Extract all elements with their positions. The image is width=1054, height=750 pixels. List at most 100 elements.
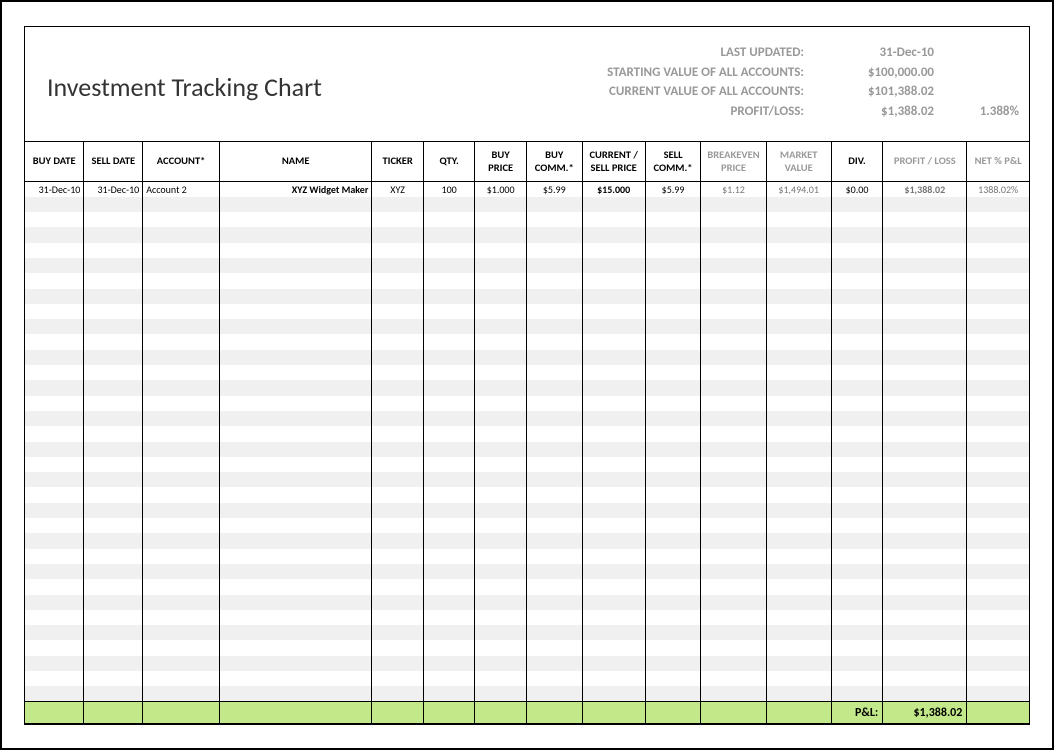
cell-name[interactable] [219, 625, 371, 640]
cell-buy_comm[interactable] [526, 610, 582, 625]
cell-current_sell_price[interactable] [582, 487, 645, 502]
cell-buy_comm[interactable] [526, 533, 582, 548]
cell-buy_price[interactable] [475, 487, 527, 502]
cell-sell_comm[interactable] [645, 227, 701, 242]
cell-account[interactable] [143, 503, 220, 518]
cell-market_value[interactable] [766, 304, 831, 319]
table-row[interactable] [25, 564, 1029, 579]
cell-sell_comm[interactable] [645, 365, 701, 380]
cell-buy_date[interactable] [25, 533, 84, 548]
cell-buy_comm[interactable] [526, 640, 582, 655]
cell-qty[interactable] [423, 289, 475, 304]
cell-account[interactable] [143, 564, 220, 579]
cell-account[interactable] [143, 227, 220, 242]
cell-qty[interactable] [423, 212, 475, 227]
cell-buy_comm[interactable] [526, 227, 582, 242]
cell-sell_comm[interactable] [645, 426, 701, 441]
cell-name[interactable] [219, 365, 371, 380]
cell-div[interactable] [831, 610, 883, 625]
cell-account[interactable] [143, 686, 220, 701]
cell-div[interactable] [831, 227, 883, 242]
cell-name[interactable] [219, 503, 371, 518]
table-row[interactable] [25, 549, 1029, 564]
cell-buy_date[interactable] [25, 304, 84, 319]
cell-sell_date[interactable] [84, 350, 143, 365]
cell-buy_comm[interactable] [526, 243, 582, 258]
cell-name[interactable] [219, 289, 371, 304]
cell-profit_loss[interactable] [883, 273, 967, 288]
cell-market_value[interactable] [766, 625, 831, 640]
cell-div[interactable] [831, 365, 883, 380]
cell-current_sell_price[interactable] [582, 533, 645, 548]
cell-current_sell_price[interactable] [582, 595, 645, 610]
cell-buy_price[interactable] [475, 579, 527, 594]
cell-qty[interactable] [423, 472, 475, 487]
cell-account[interactable] [143, 411, 220, 426]
cell-name[interactable] [219, 273, 371, 288]
cell-qty[interactable] [423, 564, 475, 579]
cell-div[interactable] [831, 549, 883, 564]
cell-qty[interactable] [423, 304, 475, 319]
table-row[interactable] [25, 304, 1029, 319]
cell-sell_date[interactable] [84, 533, 143, 548]
cell-div[interactable] [831, 656, 883, 671]
cell-name[interactable] [219, 304, 371, 319]
cell-account[interactable] [143, 334, 220, 349]
cell-account[interactable] [143, 273, 220, 288]
cell-current_sell_price[interactable] [582, 273, 645, 288]
cell-profit_loss[interactable] [883, 503, 967, 518]
cell-sell_date[interactable] [84, 304, 143, 319]
cell-sell_comm[interactable] [645, 472, 701, 487]
cell-current_sell_price[interactable] [582, 258, 645, 273]
cell-buy_comm[interactable] [526, 625, 582, 640]
table-row[interactable] [25, 579, 1029, 594]
cell-profit_loss[interactable] [883, 625, 967, 640]
cell-div[interactable] [831, 258, 883, 273]
cell-net_pct_pl[interactable] [967, 304, 1029, 319]
cell-account[interactable] [143, 396, 220, 411]
cell-sell_comm[interactable] [645, 289, 701, 304]
cell-buy_date[interactable] [25, 426, 84, 441]
cell-breakeven_price[interactable] [701, 457, 766, 472]
cell-net_pct_pl[interactable] [967, 380, 1029, 395]
cell-breakeven_price[interactable] [701, 258, 766, 273]
cell-net_pct_pl[interactable] [967, 595, 1029, 610]
cell-sell_comm[interactable] [645, 457, 701, 472]
cell-breakeven_price[interactable] [701, 625, 766, 640]
cell-buy_date[interactable] [25, 457, 84, 472]
cell-account[interactable] [143, 243, 220, 258]
cell-buy_comm[interactable] [526, 334, 582, 349]
cell-sell_comm[interactable] [645, 411, 701, 426]
cell-buy_comm[interactable] [526, 426, 582, 441]
cell-profit_loss[interactable] [883, 457, 967, 472]
cell-buy_price[interactable]: $1.000 [475, 182, 527, 197]
cell-div[interactable] [831, 625, 883, 640]
cell-buy_comm[interactable] [526, 365, 582, 380]
cell-div[interactable] [831, 686, 883, 701]
cell-account[interactable] [143, 426, 220, 441]
table-row[interactable] [25, 625, 1029, 640]
cell-sell_date[interactable] [84, 472, 143, 487]
cell-buy_comm[interactable] [526, 472, 582, 487]
cell-sell_date[interactable] [84, 411, 143, 426]
cell-buy_comm[interactable] [526, 350, 582, 365]
cell-breakeven_price[interactable] [701, 334, 766, 349]
cell-name[interactable] [219, 350, 371, 365]
cell-account[interactable] [143, 365, 220, 380]
cell-current_sell_price[interactable] [582, 686, 645, 701]
cell-profit_loss[interactable] [883, 380, 967, 395]
cell-buy_comm[interactable] [526, 518, 582, 533]
cell-buy_price[interactable] [475, 304, 527, 319]
cell-sell_comm[interactable] [645, 442, 701, 457]
cell-buy_comm[interactable] [526, 503, 582, 518]
cell-name[interactable]: XYZ Widget Maker [219, 182, 371, 197]
cell-buy_date[interactable] [25, 396, 84, 411]
cell-account[interactable] [143, 197, 220, 212]
cell-div[interactable] [831, 273, 883, 288]
cell-div[interactable] [831, 289, 883, 304]
cell-buy_price[interactable] [475, 319, 527, 334]
cell-breakeven_price[interactable] [701, 487, 766, 502]
table-row[interactable] [25, 442, 1029, 457]
cell-current_sell_price[interactable] [582, 442, 645, 457]
table-row[interactable] [25, 197, 1029, 212]
